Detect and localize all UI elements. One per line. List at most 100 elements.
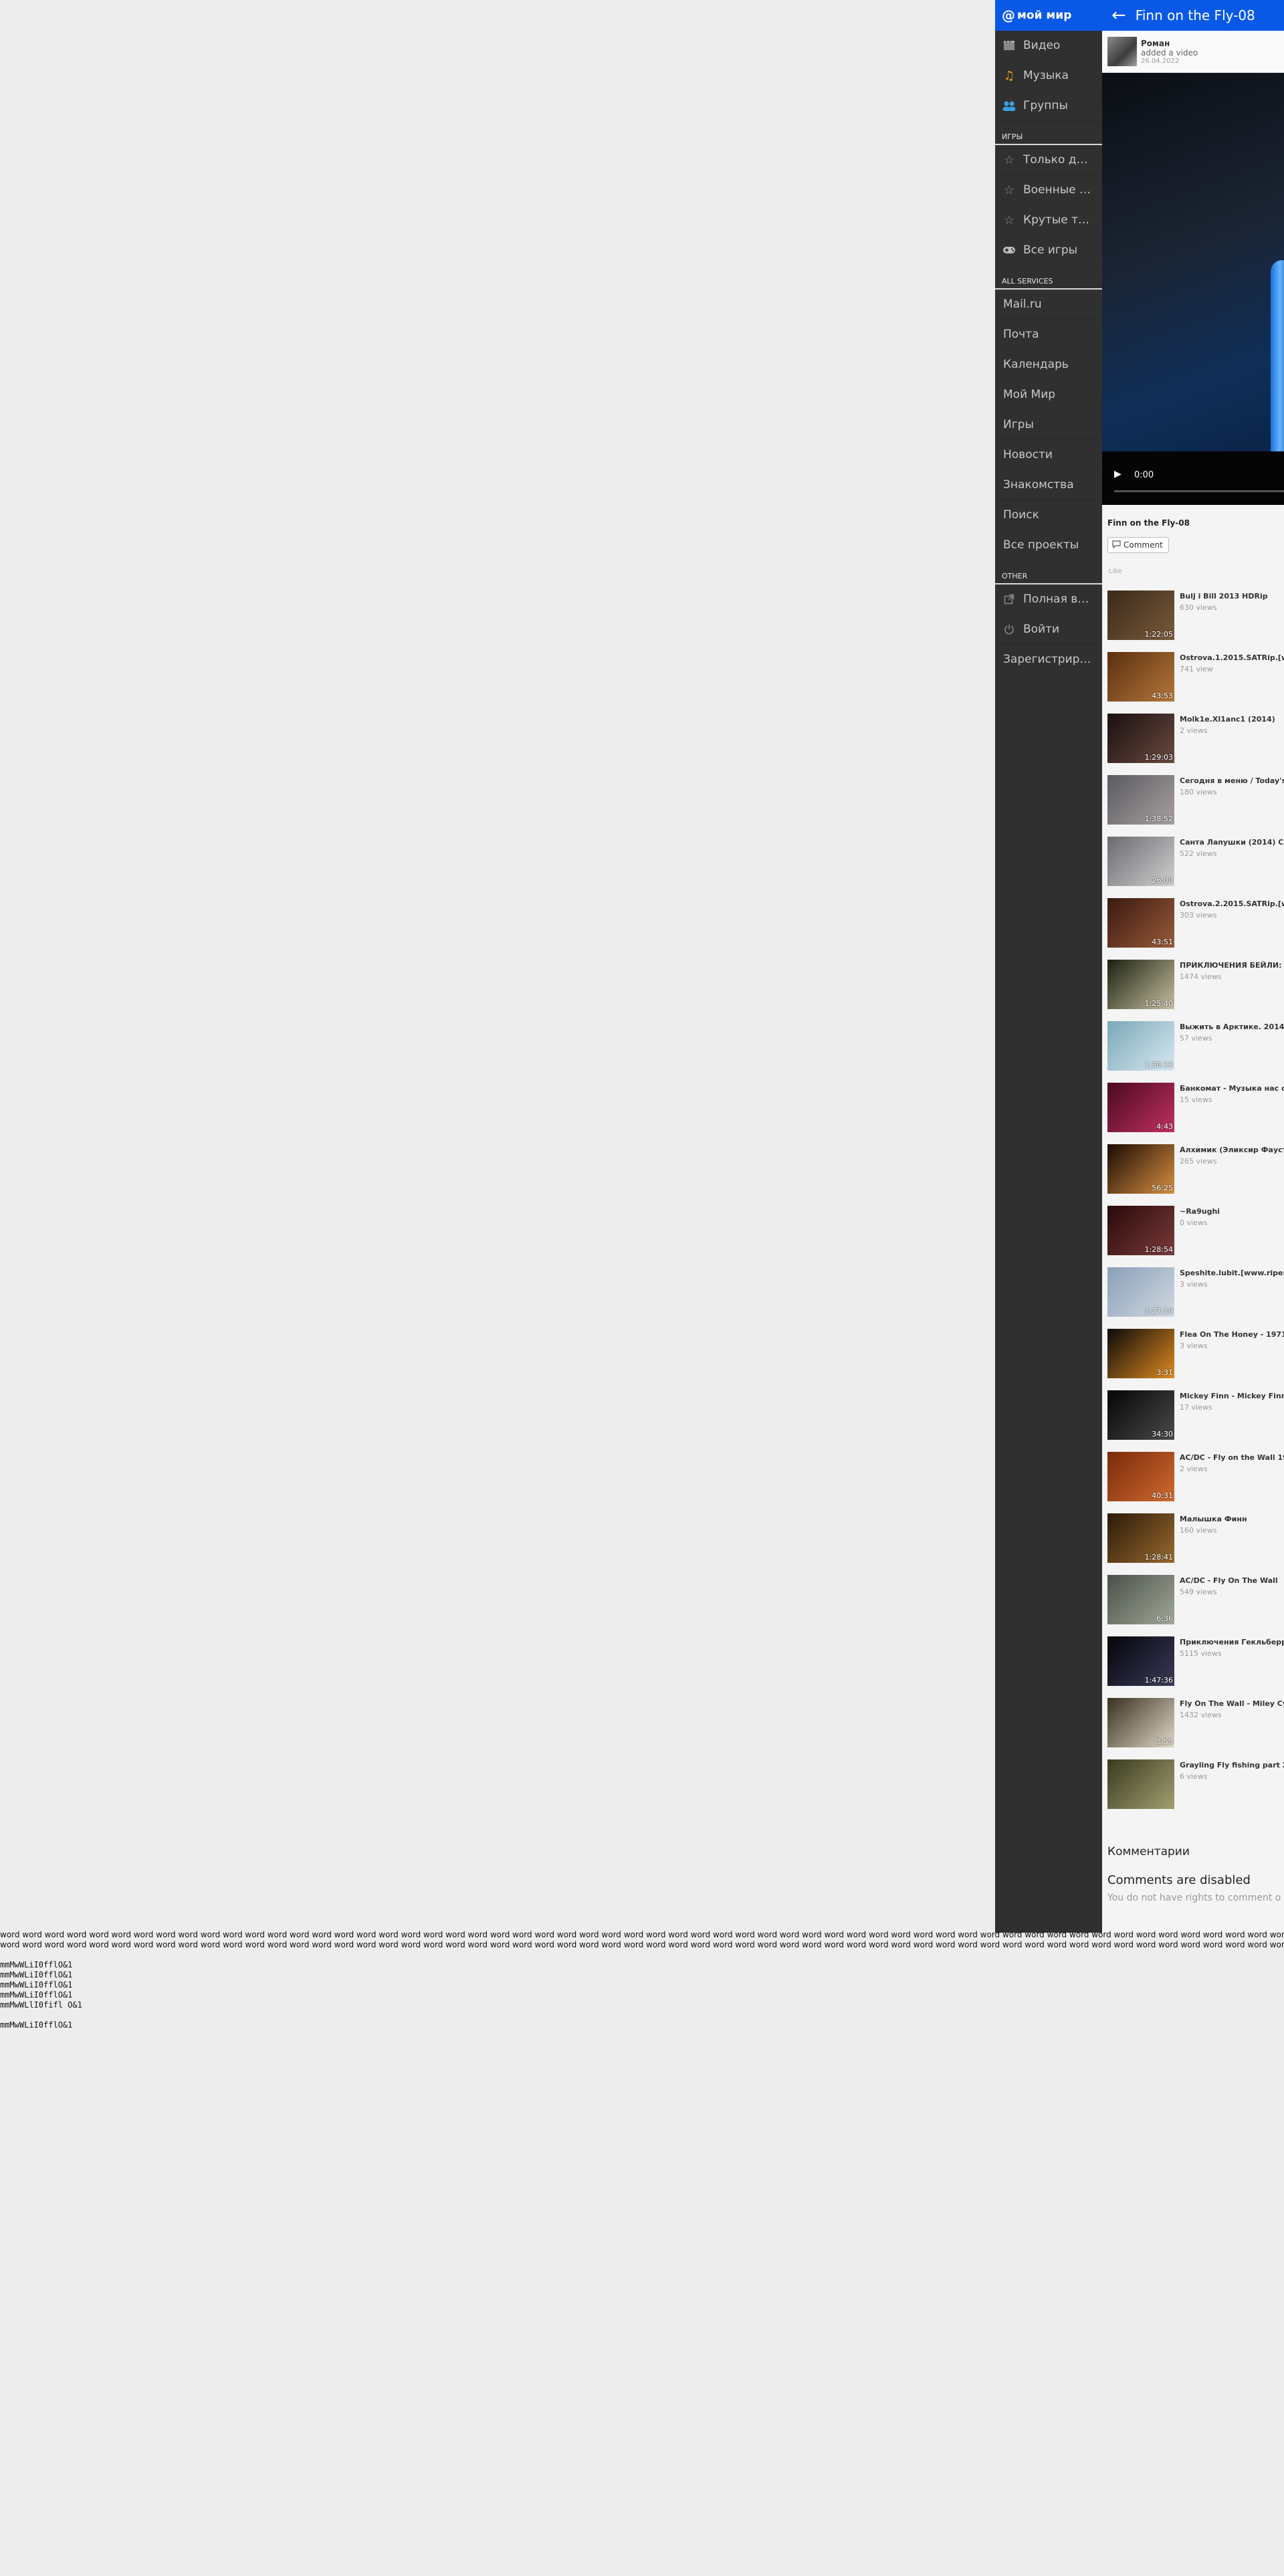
menu-item-all-games[interactable]: Все игры <box>995 235 1102 265</box>
related-title[interactable]: Приключения Гекльберр <box>1180 1638 1284 1646</box>
video-thumbnail[interactable]: 1:25:40 <box>1107 960 1174 1009</box>
menu-item-service[interactable]: Почта <box>995 320 1102 350</box>
related-title[interactable]: AC/DC - Fly On The Wall <box>1180 1576 1278 1585</box>
video-thumbnail[interactable]: 43:53 <box>1107 652 1174 702</box>
related-title[interactable]: ПРИКЛЮЧЕНИЯ БЕЙЛИ: г <box>1180 961 1284 970</box>
list-item[interactable]: 1:28:41 Малышка Финн 160 views <box>1102 1509 1284 1571</box>
related-title[interactable]: Малышка Финн <box>1180 1515 1247 1523</box>
video-thumbnail[interactable]: 4:43 <box>1107 1083 1174 1132</box>
view-count: 303 views <box>1180 911 1217 920</box>
related-title[interactable]: Ostrova.1.2015.SATRip.[ww <box>1180 653 1284 662</box>
list-item[interactable]: 1:22:05 Bulj i Bill 2013 HDRip 630 views <box>1102 586 1284 648</box>
list-item[interactable]: 43:51 Ostrova.2.2015.SATRip.[ww 303 views <box>1102 894 1284 956</box>
menu-item-full-version[interactable]: Полная в… <box>995 584 1102 615</box>
view-count: 17 views <box>1180 1403 1212 1412</box>
related-title[interactable]: Flea On The Honey - 1971 E <box>1180 1330 1284 1339</box>
video-thumbnail[interactable]: 1:30:33 <box>1107 1021 1174 1071</box>
section-header-other: OTHER <box>995 566 1102 584</box>
related-title[interactable]: Ostrova.2.2015.SATRip.[ww <box>1180 899 1284 908</box>
menu-item-game-3[interactable]: ☆ Крутые т… <box>995 205 1102 235</box>
author-name[interactable]: Роман <box>1141 39 1198 48</box>
list-item[interactable]: 34:30 Mickey Finn - Mickey Finn( 17 views <box>1102 1386 1284 1448</box>
back-arrow-icon[interactable]: ← <box>1111 7 1126 24</box>
view-count: 1432 views <box>1180 1711 1222 1719</box>
list-item[interactable]: 1:25:40 ПРИКЛЮЧЕНИЯ БЕЙЛИ: г 1474 views <box>1102 956 1284 1017</box>
video-thumbnail[interactable]: 40:31 <box>1107 1452 1174 1501</box>
related-title[interactable]: AC/DC - Fly on the Wall 19 <box>1180 1453 1284 1462</box>
menu-item-service[interactable]: Знакомства <box>995 470 1102 500</box>
menu-item-label: Все игры <box>1023 243 1078 257</box>
video-thumbnail[interactable]: 1:22:05 <box>1107 591 1174 640</box>
list-item[interactable]: 1:29:03 Molk1e.Xl1anc1 (2014) 2 views <box>1102 710 1284 771</box>
related-title[interactable]: Санта Лапушки (2014) СЦ <box>1180 838 1284 847</box>
duration-badge: 40:31 <box>1152 1491 1173 1500</box>
comment-button[interactable]: Comment <box>1107 537 1169 553</box>
list-item[interactable]: 4:43 Банкомат - Музыка нас с 15 views <box>1102 1079 1284 1140</box>
avatar[interactable] <box>1107 37 1137 66</box>
list-item[interactable]: 56:25 Алхимик (Эликсир Фауст 265 views <box>1102 1140 1284 1202</box>
menu-item-service[interactable]: Mail.ru <box>995 290 1102 320</box>
list-item[interactable]: 1:30:33 Выжить в Арктике. 2014. 57 views <box>1102 1017 1284 1079</box>
menu-item-music[interactable]: ♫ Музыка <box>995 61 1102 91</box>
video-thumbnail[interactable]: 56:25 <box>1107 1144 1174 1194</box>
gamepad-icon <box>1002 243 1016 257</box>
related-title[interactable]: Grayling Fly fishing part 2. <box>1180 1761 1284 1769</box>
video-thumbnail[interactable]: 43:51 <box>1107 898 1174 948</box>
menu-item-register[interactable]: Зарегистрир… <box>995 645 1102 675</box>
video-thumbnail[interactable]: 1:29:03 <box>1107 714 1174 763</box>
view-count: 2 views <box>1180 1465 1208 1473</box>
menu-item-service[interactable]: Мой Мир <box>995 380 1102 410</box>
menu-item-service[interactable]: Все проекты <box>995 530 1102 560</box>
video-thumbnail[interactable]: 6:36 <box>1107 1575 1174 1624</box>
related-title[interactable]: Сегодня в меню / Today's <box>1180 776 1284 785</box>
list-item[interactable]: 3:31 Flea On The Honey - 1971 E 3 views <box>1102 1325 1284 1386</box>
video-page: ← Finn on the Fly-08 Роман added a video… <box>1102 0 1284 1933</box>
video-thumbnail[interactable]: 1:27:19 <box>1107 1267 1174 1317</box>
video-thumbnail[interactable]: 1:47:36 <box>1107 1636 1174 1686</box>
mono-line: mmMwWLiI0fflO&1 <box>0 2020 73 2030</box>
related-title[interactable]: Fly On The Wall - Miley Cyr <box>1180 1699 1284 1708</box>
related-title[interactable]: Mickey Finn - Mickey Finn( <box>1180 1392 1284 1400</box>
video-thumbnail[interactable]: 1:28:54 <box>1107 1206 1174 1255</box>
brand-logo[interactable]: @ мой мир <box>995 0 1102 31</box>
menu-item-service[interactable]: Игры <box>995 410 1102 440</box>
video-player[interactable]: ▶ 0:00 <box>1102 73 1284 505</box>
menu-item-label: Музыка <box>1023 69 1069 82</box>
list-item[interactable]: 3:53 Fly On The Wall - Miley Cyr 1432 vie… <box>1102 1694 1284 1755</box>
list-item[interactable]: 1:38:52 Сегодня в меню / Today's 180 view… <box>1102 771 1284 833</box>
related-title[interactable]: Выжить в Арктике. 2014. <box>1180 1023 1284 1031</box>
duration-badge: 4:43 <box>1156 1122 1173 1131</box>
related-title[interactable]: Speshite.lubit.[www.riper. <box>1180 1269 1284 1277</box>
list-item[interactable]: 6:36 AC/DC - Fly On The Wall 549 views <box>1102 1571 1284 1632</box>
menu-item-login[interactable]: Войти <box>995 615 1102 645</box>
menu-item-game-2[interactable]: ☆ Военные … <box>995 175 1102 205</box>
video-thumbnail[interactable]: 26:00 <box>1107 837 1174 886</box>
video-thumbnail[interactable] <box>1107 1759 1174 1809</box>
list-item[interactable]: 43:53 Ostrova.1.2015.SATRip.[ww 741 view <box>1102 648 1284 710</box>
menu-item-groups[interactable]: Группы <box>995 91 1102 121</box>
video-thumbnail[interactable]: 1:28:41 <box>1107 1513 1174 1563</box>
menu-item-video[interactable]: Видео <box>995 31 1102 61</box>
menu-item-game-1[interactable]: ☆ Только д… <box>995 145 1102 175</box>
list-item[interactable]: 1:27:19 Speshite.lubit.[www.riper. 3 view… <box>1102 1263 1284 1325</box>
list-item[interactable]: 1:47:36 Приключения Гекльберр 5115 views <box>1102 1632 1284 1694</box>
related-title[interactable]: ~Ra9ughi <box>1180 1207 1220 1216</box>
related-title[interactable]: Molk1e.Xl1anc1 (2014) <box>1180 715 1275 724</box>
progress-bar[interactable] <box>1114 490 1284 492</box>
like-link[interactable]: Like <box>1102 553 1284 586</box>
video-thumbnail[interactable]: 34:30 <box>1107 1390 1174 1440</box>
list-item[interactable]: 26:00 Санта Лапушки (2014) СЦ 522 views <box>1102 833 1284 894</box>
list-item[interactable]: 40:31 AC/DC - Fly on the Wall 19 2 views <box>1102 1448 1284 1509</box>
video-thumbnail[interactable]: 1:38:52 <box>1107 775 1174 825</box>
play-icon[interactable]: ▶ <box>1114 469 1121 479</box>
related-title[interactable]: Bulj i Bill 2013 HDRip <box>1180 592 1268 601</box>
related-title[interactable]: Алхимик (Эликсир Фауст <box>1180 1146 1284 1154</box>
list-item[interactable]: Grayling Fly fishing part 2. 6 views <box>1102 1755 1284 1817</box>
video-thumbnail[interactable]: 3:31 <box>1107 1329 1174 1378</box>
menu-item-service[interactable]: Календарь <box>995 350 1102 380</box>
menu-item-service[interactable]: Новости <box>995 440 1102 470</box>
video-thumbnail[interactable]: 3:53 <box>1107 1698 1174 1747</box>
related-title[interactable]: Банкомат - Музыка нас с <box>1180 1084 1284 1093</box>
list-item[interactable]: 1:28:54 ~Ra9ughi 0 views <box>1102 1202 1284 1263</box>
menu-item-service[interactable]: Поиск <box>995 500 1102 530</box>
